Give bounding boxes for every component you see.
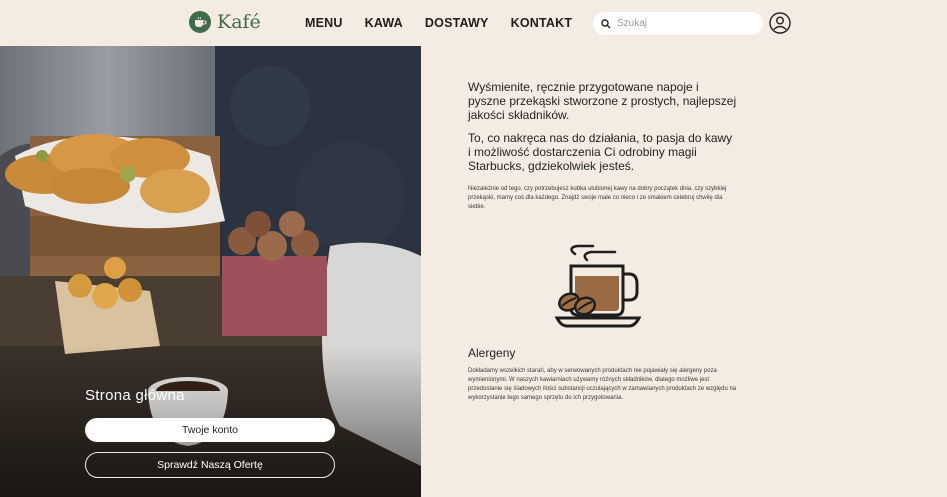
your-account-button[interactable]: Twoje konto bbox=[85, 418, 335, 442]
search-box bbox=[593, 12, 763, 35]
allergens-text: Dokładamy wszelkich starań, aby w serwow… bbox=[468, 368, 737, 401]
search-input[interactable] bbox=[617, 18, 747, 29]
main-nav: MENU KAWA DOSTAWY KONTAKT bbox=[305, 16, 572, 30]
hero-title: Strona główna bbox=[85, 387, 185, 404]
user-account-icon[interactable] bbox=[769, 12, 791, 34]
nav-item-kawa[interactable]: KAWA bbox=[365, 16, 403, 30]
coffee-cup-logo-icon bbox=[189, 11, 211, 33]
intro-lead-2: To, co nakręca nas do działania, to pasj… bbox=[468, 131, 733, 173]
logo[interactable]: Kafé bbox=[189, 11, 261, 33]
nav-item-menu[interactable]: MENU bbox=[305, 16, 343, 30]
nav-item-dostawy[interactable]: DOSTAWY bbox=[425, 16, 489, 30]
allergens-title: Alergeny bbox=[468, 346, 516, 360]
search-icon bbox=[601, 18, 611, 28]
nav-item-kontakt[interactable]: KONTAKT bbox=[511, 16, 573, 30]
intro-description: Niezależnie od tego, czy potrzebujesz ku… bbox=[468, 186, 727, 210]
coffee-cup-icon bbox=[554, 244, 642, 328]
check-offer-button[interactable]: Sprawdź Naszą Ofertę bbox=[85, 452, 335, 478]
hero-section: Strona główna Twoje konto Sprawdź Naszą … bbox=[0, 46, 421, 497]
site-header: Kafé MENU KAWA DOSTAWY KONTAKT bbox=[0, 0, 947, 46]
intro-lead-1: Wyśmienite, ręcznie przygotowane napoje … bbox=[468, 80, 737, 122]
logo-text: Kafé bbox=[217, 11, 261, 33]
intro-content: Wyśmienite, ręcznie przygotowane napoje … bbox=[468, 80, 738, 212]
